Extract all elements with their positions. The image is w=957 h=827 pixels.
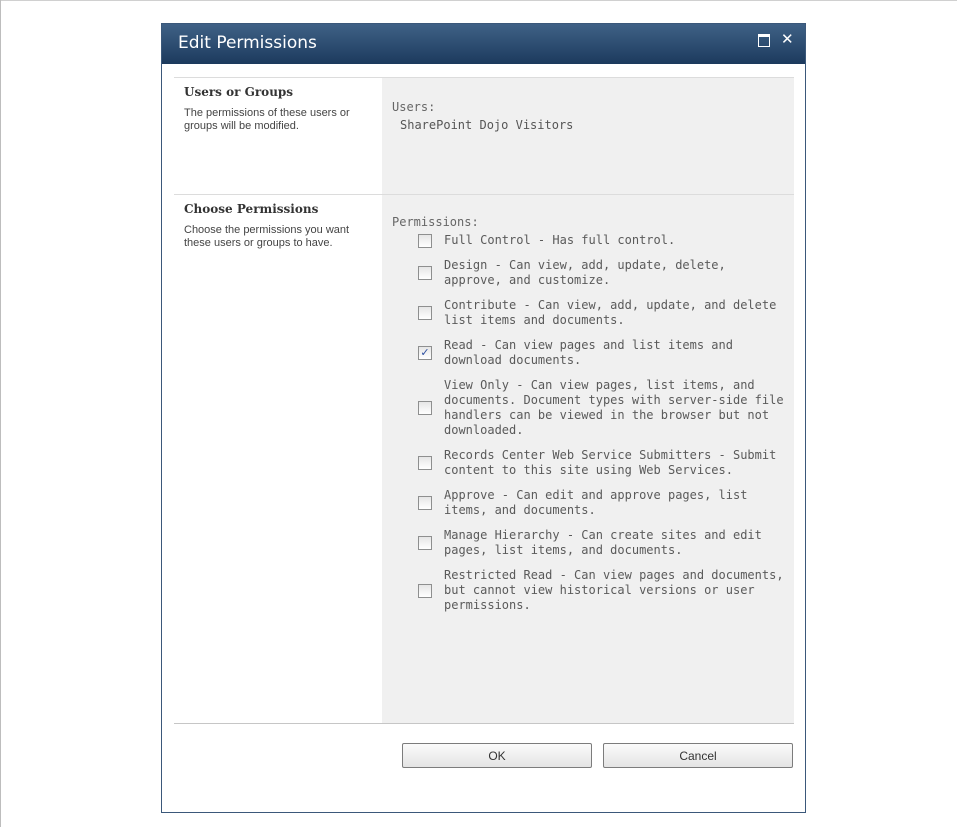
dialog-title: Edit Permissions (178, 33, 317, 53)
users-section: Users or Groups The permissions of these… (174, 77, 794, 194)
window-left-border (0, 0, 1, 827)
permission-option-label: Contribute - Can view, add, update, and … (444, 298, 777, 327)
permission-list: Full Control - Has full control. Design -… (418, 233, 784, 623)
permission-option-label: Approve - Can edit and approve pages, li… (444, 488, 748, 517)
checkbox-unchecked[interactable] (418, 306, 432, 320)
dialog-titlebar: Edit Permissions ✕ (162, 24, 805, 64)
users-value: SharePoint Dojo Visitors (400, 118, 574, 132)
permission-option-label: Full Control - Has full control. (444, 233, 676, 247)
permission-option-label: Records Center Web Service Submitters - … (444, 448, 777, 477)
checkbox-unchecked[interactable] (418, 496, 432, 510)
checkbox-unchecked[interactable] (418, 536, 432, 550)
checkbox-checked[interactable]: ✓ (418, 346, 432, 360)
checkbox-unchecked[interactable] (418, 266, 432, 280)
maximize-icon[interactable] (758, 34, 770, 47)
users-section-description: The permissions of these users or groups… (184, 107, 350, 132)
permissions-section-title: Choose Permissions (184, 202, 319, 216)
permission-option[interactable]: Manage Hierarchy - Can create sites and … (418, 528, 784, 558)
dialog-content: Users or Groups The permissions of these… (174, 77, 794, 724)
permission-option[interactable]: View Only - Can view pages, list items, … (418, 378, 784, 438)
users-label: Users: (392, 100, 436, 114)
permission-option[interactable]: Design - Can view, add, update, delete, … (418, 258, 784, 288)
permission-option-label: Manage Hierarchy - Can create sites and … (444, 528, 762, 557)
window-top-border (0, 0, 957, 1)
users-section-title: Users or Groups (184, 85, 294, 99)
permission-option[interactable]: Records Center Web Service Submitters - … (418, 448, 784, 478)
permission-option-label: View Only - Can view pages, list items, … (444, 378, 784, 437)
permission-option[interactable]: Full Control - Has full control. (418, 233, 784, 248)
permission-option[interactable]: ✓ Read - Can view pages and list items an… (418, 338, 784, 368)
cancel-button[interactable]: Cancel (603, 743, 793, 768)
permissions-label: Permissions: (392, 215, 479, 229)
permissions-section-description: Choose the permissions you want these us… (184, 224, 350, 249)
checkbox-unchecked[interactable] (418, 583, 432, 598)
edit-permissions-dialog: Edit Permissions ✕ Users or Groups The p… (161, 23, 806, 813)
close-icon[interactable]: ✕ (781, 30, 794, 48)
permission-option[interactable]: Restricted Read - Can view pages and doc… (418, 568, 784, 613)
permissions-section: Choose Permissions Choose the permission… (174, 194, 794, 724)
permission-option-label: Restricted Read - Can view pages and doc… (444, 568, 784, 612)
permission-option-label: Design - Can view, add, update, delete, … (444, 258, 726, 287)
checkbox-unchecked[interactable] (418, 401, 432, 415)
permission-option[interactable]: Contribute - Can view, add, update, and … (418, 298, 784, 328)
checkbox-unchecked[interactable] (418, 233, 432, 248)
checkbox-unchecked[interactable] (418, 456, 432, 470)
ok-button[interactable]: OK (402, 743, 592, 768)
permission-option-label: Read - Can view pages and list items and… (444, 338, 733, 367)
permission-option[interactable]: Approve - Can edit and approve pages, li… (418, 488, 784, 518)
